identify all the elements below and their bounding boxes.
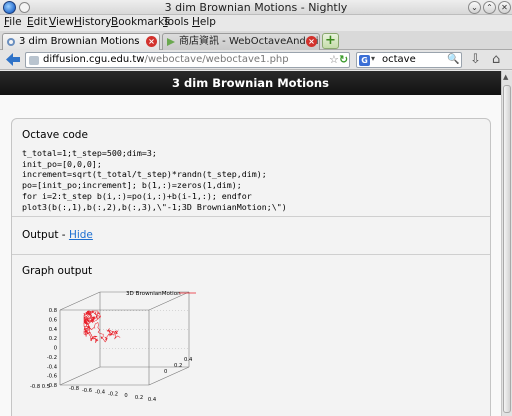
- brownian-trajectory-line: [83, 310, 121, 344]
- play-store-favicon-icon: [167, 38, 175, 46]
- octave-code-heading: Octave code: [22, 129, 88, 141]
- y-tick-label: 0.2: [135, 395, 143, 401]
- x-tick-label: 0.2: [174, 363, 182, 369]
- content-panel: Octave code t_total=1;t_step=500;dim=3; i…: [11, 118, 491, 416]
- download-arrow-icon[interactable]: ⇩: [470, 52, 481, 67]
- bookmark-star-icon[interactable]: ☆: [329, 53, 339, 66]
- y-tick-label: -0.4: [95, 390, 106, 396]
- window-title: 3 dim Brownian Motions - Nightly: [164, 1, 348, 14]
- page-header: 3 dim Brownian Motions: [0, 71, 501, 95]
- tab-label: 商店資訊 - WebOctaveAndroid...: [179, 36, 320, 47]
- z-tick-label: -0.2: [47, 355, 57, 361]
- reload-icon[interactable]: ↻: [339, 54, 350, 65]
- y-tick-label: -0.2: [108, 391, 118, 397]
- search-input[interactable]: octave: [382, 54, 416, 65]
- output-section: Output - Hide: [12, 217, 490, 255]
- menu-bar: File Edit View History Bookmarks Tools H…: [0, 15, 512, 30]
- octave-code-section: Octave code t_total=1;t_step=500;dim=3; i…: [12, 119, 490, 217]
- hide-output-link[interactable]: Hide: [69, 229, 93, 241]
- vertical-scrollbar[interactable]: ▲: [501, 71, 512, 416]
- search-bar[interactable]: G ▾ octave 🔍: [356, 52, 462, 68]
- page-content: 3 dim Brownian Motions Octave code t_tot…: [0, 71, 501, 416]
- tab-label: 3 dim Brownian Motions: [19, 36, 140, 47]
- site-identity-icon[interactable]: [29, 56, 39, 65]
- y-tick-label: -0.8: [69, 386, 79, 392]
- code-line: init_po=[0,0,0];: [22, 158, 102, 169]
- url-text[interactable]: diffusion.cgu.edu.tw/weboctave/weboctave…: [43, 54, 289, 65]
- scroll-up-arrow-icon[interactable]: ▲: [503, 73, 508, 81]
- navigation-bar: diffusion.cgu.edu.tw/weboctave/weboctave…: [0, 50, 512, 70]
- z-tick-label: 0.2: [49, 336, 57, 342]
- octave-favicon-icon: [7, 38, 15, 46]
- plot-box-edge: [59, 366, 101, 386]
- z-tick-label: 0.6: [49, 317, 57, 323]
- menu-file[interactable]: File: [4, 16, 22, 28]
- plot-box-edge: [59, 291, 101, 311]
- legend-label: 3D BrownianMotion: [126, 291, 181, 297]
- new-tab-button[interactable]: +: [322, 33, 339, 49]
- url-bar[interactable]: diffusion.cgu.edu.tw/weboctave/weboctave…: [25, 52, 350, 68]
- engine-dropdown-icon[interactable]: ▾: [371, 54, 375, 63]
- menu-history[interactable]: History: [74, 16, 111, 28]
- output-heading: Output - Hide: [22, 229, 93, 241]
- z-tick-label: 0.8: [49, 308, 57, 314]
- tab-strip: 3 dim Brownian Motions × 商店資訊 - WebOctav…: [0, 31, 512, 50]
- octave-code-block: t_total=1;t_step=500;dim=3; init_po=[0,0,…: [22, 148, 287, 212]
- search-binoculars-icon[interactable]: 🔍: [447, 54, 459, 65]
- z-tick-label: 0: [54, 346, 57, 352]
- z-tick-label: 0.4: [49, 327, 58, 333]
- y-tick-label: 0.4: [148, 397, 157, 403]
- tab-brownian[interactable]: 3 dim Brownian Motions ×: [2, 33, 160, 50]
- close-tab-icon[interactable]: ×: [146, 36, 157, 47]
- menu-edit[interactable]: Edit: [27, 16, 47, 28]
- y-tick-label: -0.6: [82, 388, 92, 394]
- plot-box-edge: [148, 366, 190, 386]
- y-tick-label: 0: [124, 393, 127, 399]
- close-tab-icon[interactable]: ×: [306, 36, 317, 47]
- menu-view[interactable]: View: [49, 16, 74, 28]
- x-tick-label: 0: [164, 369, 167, 375]
- scrollbar-thumb[interactable]: [503, 85, 511, 413]
- code-line: for i=2:t_step b(i,:)=po(i,:)+b(i-1,:); …: [22, 190, 252, 201]
- z-tick-label: -0.6: [47, 374, 57, 380]
- minimize-button[interactable]: ⌄: [468, 1, 481, 14]
- code-line: po=[init_po;increment]; b(1,:)=zeros(1,d…: [22, 180, 242, 191]
- menu-help[interactable]: Help: [192, 16, 216, 28]
- code-line: t_total=1;t_step=500;dim=3;: [22, 148, 157, 158]
- x-tick-label: 0.4: [184, 357, 193, 363]
- home-icon[interactable]: ⌂: [492, 52, 500, 67]
- code-line: plot3(b(:,1),b(:,2),b(:,3),\"-1;3D Brown…: [22, 201, 287, 212]
- menu-bookmarks[interactable]: Bookmarks: [111, 16, 170, 28]
- code-line: increment=sqrt(t_total/t_step)*randn(t_s…: [22, 169, 267, 180]
- title-bar: 3 dim Brownian Motions - Nightly ⌄ ⌃ ✕: [0, 0, 512, 15]
- maximize-button[interactable]: ⌃: [483, 1, 496, 14]
- brownian-plot: 0.80.60.40.20-0.2-0.4-0.6-0.8 -0.8 -0.6 -0.…: [30, 291, 196, 403]
- tab-store-info[interactable]: 商店資訊 - WebOctaveAndroid... ×: [162, 33, 320, 50]
- menu-tools[interactable]: Tools: [163, 16, 189, 28]
- z-tick-label: -0.4: [47, 364, 58, 370]
- back-arrow-icon[interactable]: [5, 52, 21, 67]
- close-window-button[interactable]: ✕: [498, 1, 511, 14]
- graph-section: Graph output 0.8 0.6 0.4 0.2 0 -0.2 -0.4 -0.6 -0…: [12, 255, 490, 416]
- google-engine-icon[interactable]: G: [359, 55, 370, 66]
- browser-window: 3 dim Brownian Motions - Nightly ⌄ ⌃ ✕ F…: [0, 0, 512, 416]
- corner-tick-label: -0.8 0.5: [30, 384, 50, 390]
